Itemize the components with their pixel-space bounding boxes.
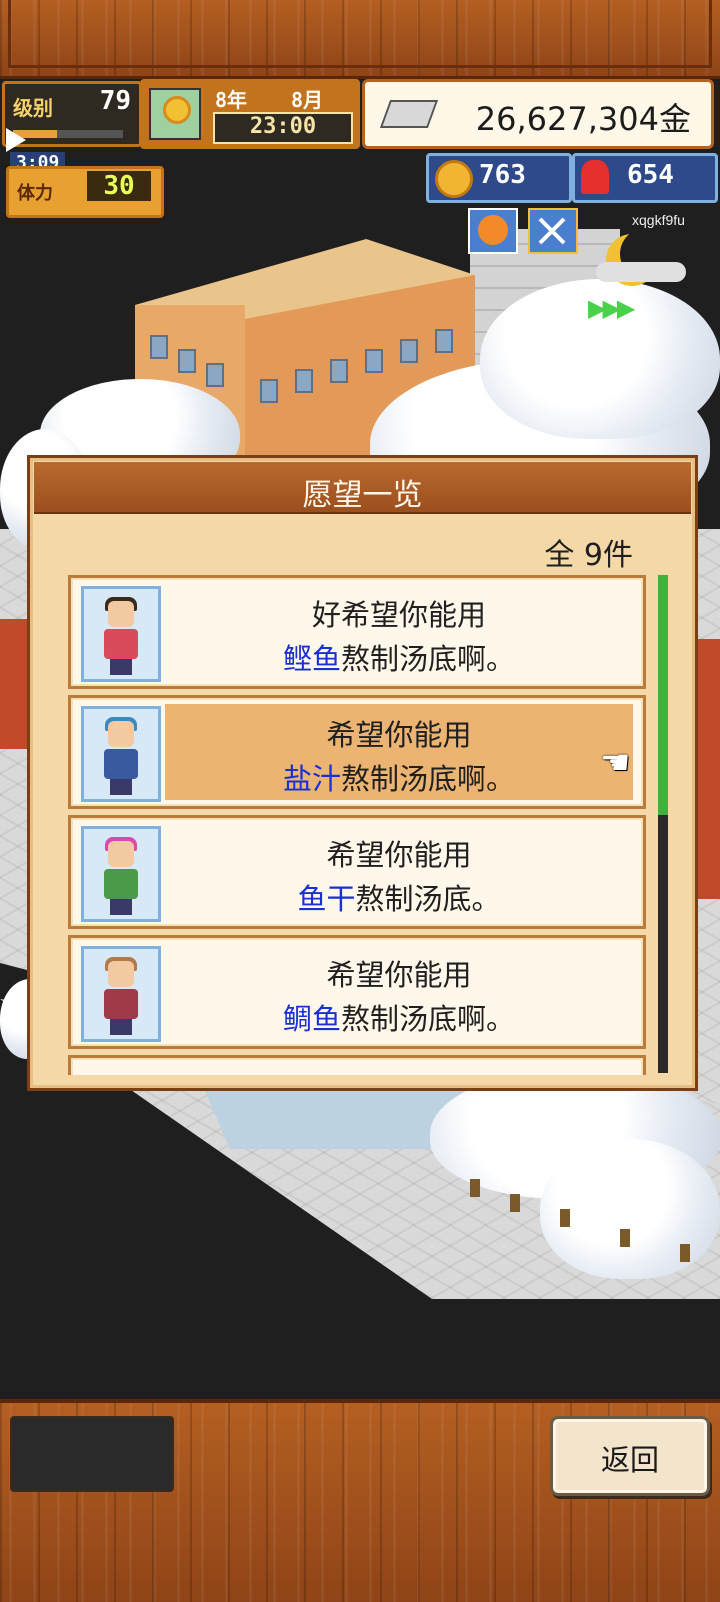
list-item[interactable] bbox=[68, 1055, 646, 1075]
wish-line1: 希望你能用 bbox=[326, 958, 472, 992]
sunflower-icon bbox=[149, 88, 201, 140]
wish-line1: 希望你能用 bbox=[326, 718, 472, 752]
list-item[interactable]: 希望你能用 鲷鱼熬制汤底啊。 bbox=[68, 935, 646, 1049]
wish-rest: 熬制汤底啊。 bbox=[341, 1002, 516, 1036]
wish-rest: 熬制汤底。 bbox=[355, 882, 501, 916]
wish-ingredient: 鱼干 bbox=[297, 882, 356, 916]
year-label: 8年 bbox=[215, 88, 248, 112]
play-arrow-icon[interactable] bbox=[6, 128, 26, 152]
bottom-left-panel bbox=[10, 1416, 174, 1492]
wish-ingredient: 鲣鱼 bbox=[282, 642, 341, 676]
list-item[interactable]: 希望你能用 盐汁熬制汤底啊。 bbox=[68, 695, 646, 809]
wish-ingredient: 盐汁 bbox=[282, 762, 341, 796]
user-id: xqgkf9fu bbox=[632, 212, 685, 228]
coin-icon bbox=[435, 160, 473, 198]
wish-line1: 希望你能用 bbox=[326, 838, 472, 872]
level-label: 级别 bbox=[13, 96, 53, 120]
calendar-panel: 8年 8月 23:00 bbox=[140, 79, 360, 149]
back-button-label: 返回 bbox=[600, 1443, 659, 1477]
wish-line2: 鱼干熬制汤底。 bbox=[165, 876, 633, 918]
money-value: 26,627,304金 bbox=[475, 100, 691, 138]
coin-panel: 763 bbox=[426, 153, 572, 203]
top-wood-frame bbox=[0, 0, 720, 79]
avatar bbox=[81, 946, 161, 1042]
utensils-icon[interactable] bbox=[528, 208, 578, 254]
wish-line2: 鲣鱼熬制汤底啊。 bbox=[165, 636, 633, 678]
list-item[interactable]: 希望你能用 鱼干熬制汤底。 bbox=[68, 815, 646, 929]
popularity-panel: 654 bbox=[572, 153, 718, 203]
dialog-title-bar: 愿望一览 bbox=[34, 462, 691, 514]
wish-count: 全 9件 bbox=[544, 538, 633, 573]
avatar bbox=[81, 586, 161, 682]
popularity-value: 654 bbox=[627, 160, 674, 190]
wish-list[interactable]: 好希望你能用 鲣鱼熬制汤底啊。 希望你能用 盐汁熬制汤底啊。 希望你能用 鱼干熬… bbox=[68, 575, 648, 1075]
wish-line2: 盐汁熬制汤底啊。 bbox=[165, 756, 633, 798]
wish-list-dialog: 愿望一览 全 9件 好希望你能用 鲣鱼熬制汤底啊。 希望你能用 盐汁熬制汤底啊。… bbox=[27, 455, 698, 1091]
wish-rest: 熬制汤底啊。 bbox=[341, 762, 516, 796]
stamina-label: 体力 bbox=[17, 183, 53, 204]
wish-line1: 好希望你能用 bbox=[311, 598, 486, 632]
cloud-icon bbox=[596, 262, 686, 282]
face-icon[interactable] bbox=[468, 208, 518, 254]
scrollbar-thumb[interactable] bbox=[658, 575, 668, 815]
avatar bbox=[81, 706, 161, 802]
back-button[interactable]: 返回 bbox=[550, 1416, 710, 1496]
wish-line2: 鲷鱼熬制汤底啊。 bbox=[165, 996, 633, 1038]
wish-rest: 熬制汤底啊。 bbox=[341, 642, 516, 676]
money-panel: 26,627,304金 bbox=[362, 79, 714, 149]
level-value: 79 bbox=[99, 86, 131, 116]
stamina-value: 30 bbox=[87, 171, 151, 201]
coin-value: 763 bbox=[479, 160, 526, 190]
stamina-panel: 体力 30 bbox=[6, 166, 164, 218]
pointing-hand-icon: ☚ bbox=[600, 743, 631, 783]
month-label: 8月 bbox=[291, 88, 324, 112]
money-bar-icon bbox=[379, 100, 439, 128]
dialog-title: 愿望一览 bbox=[302, 478, 423, 513]
wish-ingredient: 鲷鱼 bbox=[282, 1002, 341, 1036]
alert-person-icon bbox=[581, 160, 609, 194]
fast-forward-icon[interactable]: ▶▶▶ bbox=[588, 294, 635, 322]
avatar bbox=[81, 826, 161, 922]
clock-time: 23:00 bbox=[249, 114, 317, 139]
list-item[interactable]: 好希望你能用 鲣鱼熬制汤底啊。 bbox=[68, 575, 646, 689]
